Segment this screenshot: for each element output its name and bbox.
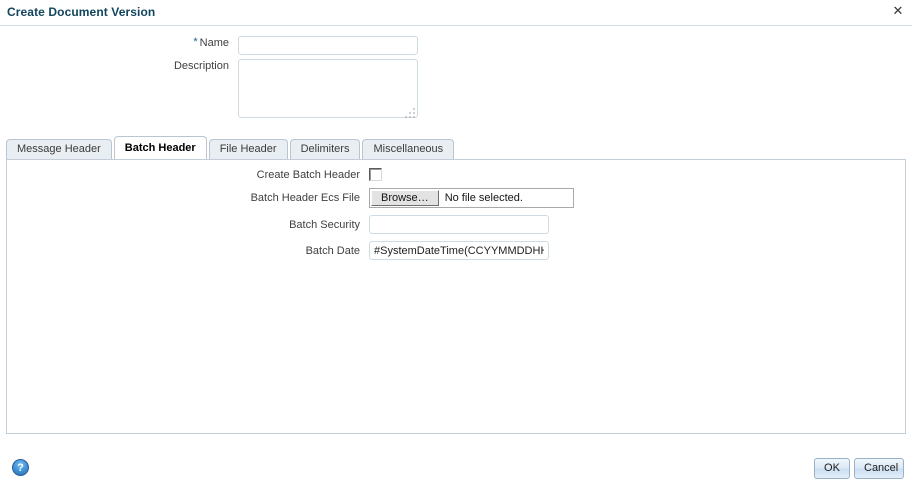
dialog-title: Create Document Version <box>7 5 156 19</box>
dialog-titlebar: Create Document Version ✕ <box>0 0 912 26</box>
name-field-row: * Name <box>58 36 418 55</box>
create-batch-header-label: Create Batch Header <box>256 168 360 181</box>
batch-header-ecs-file-row: Batch Header Ecs File Browse… No file se… <box>7 188 905 208</box>
required-indicator-icon: * <box>193 36 198 48</box>
description-label: Description <box>173 60 229 72</box>
batch-header-ecs-file-label: Batch Header Ecs File <box>250 192 360 204</box>
description-textarea[interactable] <box>238 59 418 118</box>
batch-security-label: Batch Security <box>289 218 360 231</box>
batch-header-ecs-file-input[interactable]: Browse… No file selected. <box>369 188 574 208</box>
tab-message-header[interactable]: Message Header <box>6 139 112 159</box>
selected-file-name: No file selected. <box>444 192 523 204</box>
create-batch-header-row: Create Batch Header <box>7 168 905 181</box>
description-field-row: Description <box>58 59 418 121</box>
name-label-text: Name <box>199 37 229 49</box>
batch-security-input[interactable] <box>369 215 549 234</box>
batch-date-label: Batch Date <box>305 244 360 257</box>
batch-date-input[interactable] <box>369 241 549 260</box>
tab-delimiters[interactable]: Delimiters <box>289 139 361 159</box>
batch-security-row: Batch Security <box>7 215 905 234</box>
batch-date-row: Batch Date <box>7 241 905 260</box>
tab-bar: Message Header Batch Header File Header … <box>6 136 456 159</box>
cancel-button[interactable]: Cancel <box>854 458 904 479</box>
tab-batch-header[interactable]: Batch Header <box>113 136 207 159</box>
name-label: * Name <box>58 36 238 50</box>
tab-miscellaneous[interactable]: Miscellaneous <box>362 139 455 159</box>
ok-button[interactable]: OK <box>814 458 850 479</box>
create-document-version-dialog: Create Document Version ✕ * Name Descript… <box>0 0 912 500</box>
batch-header-form: Create Batch Header Batch Header Ecs Fil… <box>7 168 905 267</box>
close-icon[interactable]: ✕ <box>890 3 906 19</box>
help-icon[interactable]: ? <box>12 459 29 476</box>
batch-header-tab-panel: Create Batch Header Batch Header Ecs Fil… <box>6 159 906 434</box>
description-textarea-wrapper <box>238 59 418 121</box>
dialog-footer: ? OK Cancel <box>0 446 912 500</box>
header-form: * Name Description <box>0 26 912 132</box>
name-input[interactable] <box>238 36 418 55</box>
browse-button[interactable]: Browse… <box>371 190 439 206</box>
create-batch-header-checkbox[interactable] <box>369 168 382 181</box>
tab-file-header[interactable]: File Header <box>208 139 288 159</box>
